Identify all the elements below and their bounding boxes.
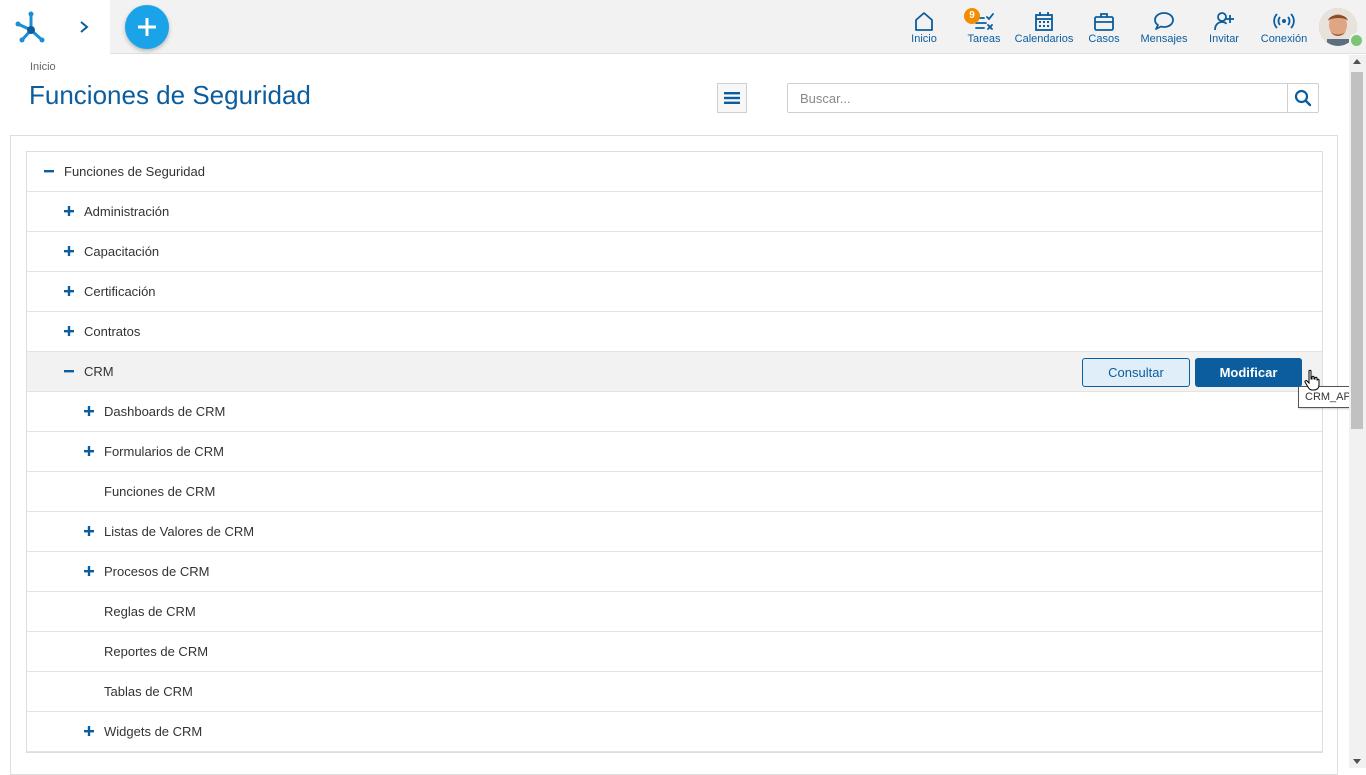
add-button[interactable] (125, 5, 169, 49)
invite-user-icon (1214, 12, 1234, 31)
tree-row-label: Procesos de CRM (104, 564, 210, 579)
security-functions-tree: Funciones de Seguridad Administración Ca… (26, 151, 1323, 753)
collapse-minus-icon[interactable] (43, 165, 55, 177)
scroll-up-arrow-icon[interactable] (1353, 59, 1361, 64)
top-bar: Inicio Tareas 9 Calendarios Casos Mensaj… (0, 0, 1366, 54)
chevron-right-icon[interactable] (76, 16, 92, 38)
tree-row-label: Capacitación (84, 244, 160, 259)
vertical-scrollbar[interactable] (1349, 55, 1366, 768)
expand-plus-icon[interactable] (63, 325, 75, 337)
expand-plus-icon[interactable] (83, 565, 95, 577)
online-status-indicator (1349, 33, 1364, 48)
tree-row-contratos[interactable]: Contratos (27, 312, 1322, 352)
breadcrumb[interactable]: Inicio (30, 61, 56, 73)
tree-row-label: Widgets de CRM (104, 724, 203, 739)
nav-inicio[interactable]: Inicio (894, 8, 954, 48)
search-box (787, 83, 1319, 113)
nav-invitar[interactable]: Invitar (1194, 8, 1254, 48)
tree-row-label: Reglas de CRM (104, 604, 196, 619)
tree-row-crm[interactable]: CRM Consultar Modificar (27, 352, 1322, 392)
nav-inicio-label: Inicio (911, 33, 937, 45)
nav-calendarios[interactable]: Calendarios (1014, 8, 1074, 48)
collapse-minus-icon[interactable] (63, 365, 75, 377)
nav-conexion[interactable]: Conexión (1254, 8, 1314, 48)
app-logo-icon[interactable] (14, 10, 48, 44)
plus-icon (138, 18, 156, 36)
message-icon (1154, 12, 1174, 30)
nav-mensajes-label: Mensajes (1140, 33, 1188, 45)
tree-row-label: Listas de Valores de CRM (104, 524, 255, 539)
hand-cursor-icon (1304, 369, 1320, 391)
tree-row-label: Reportes de CRM (104, 644, 209, 659)
tree-row-tablas-crm[interactable]: Tablas de CRM (27, 672, 1322, 712)
tree-row-funciones-crm[interactable]: Funciones de CRM (27, 472, 1322, 512)
nav-calendarios-label: Calendarios (1014, 33, 1074, 45)
nav-tareas[interactable]: Tareas (954, 8, 1014, 48)
modificar-button[interactable]: Modificar (1195, 358, 1302, 387)
tree-row-label: Funciones de CRM (104, 484, 216, 499)
tree-row-listas-valores-crm[interactable]: Listas de Valores de CRM (27, 512, 1322, 552)
tree-row-label: Contratos (84, 324, 141, 339)
tree-row-label: Administración (84, 204, 170, 219)
tree-row-widgets-crm[interactable]: Widgets de CRM (27, 712, 1322, 752)
page-title: Funciones de Seguridad (29, 80, 311, 110)
nav-casos[interactable]: Casos (1074, 8, 1134, 48)
nav-casos-label: Casos (1088, 33, 1120, 45)
tree-row-capacitacion[interactable]: Capacitación (27, 232, 1322, 272)
tree-row-label: Formularios de CRM (104, 444, 224, 459)
tree-row-reportes-crm[interactable]: Reportes de CRM (27, 632, 1322, 672)
scroll-down-arrow-icon[interactable] (1353, 759, 1361, 764)
expand-plus-icon[interactable] (83, 405, 95, 417)
tree-row-reglas-crm[interactable]: Reglas de CRM (27, 592, 1322, 632)
briefcase-icon (1094, 13, 1114, 31)
home-icon (915, 12, 933, 31)
expand-plus-icon[interactable] (83, 445, 95, 457)
hamburger-menu-icon (724, 92, 740, 104)
expand-plus-icon[interactable] (63, 245, 75, 257)
search-button[interactable] (1287, 84, 1318, 112)
tasks-count-badge: 9 (964, 8, 980, 24)
tree-row-root[interactable]: Funciones de Seguridad (27, 152, 1322, 192)
tree-row-administracion[interactable]: Administración (27, 192, 1322, 232)
tree-row-dashboards-crm[interactable]: Dashboards de CRM (27, 392, 1322, 432)
tree-row-label: CRM (84, 364, 114, 379)
tree-row-certificacion[interactable]: Certificación (27, 272, 1322, 312)
tree-row-formularios-crm[interactable]: Formularios de CRM (27, 432, 1322, 472)
expand-plus-icon[interactable] (83, 525, 95, 537)
calendar-icon (1035, 12, 1053, 31)
logo-area (0, 0, 110, 54)
tree-row-label: Dashboards de CRM (104, 404, 226, 419)
expand-plus-icon[interactable] (63, 285, 75, 297)
expand-plus-icon[interactable] (63, 205, 75, 217)
tree-row-label: Tablas de CRM (104, 684, 193, 699)
nav-tareas-label: Tareas (967, 33, 1001, 45)
nav-mensajes[interactable]: Mensajes (1134, 8, 1194, 48)
search-icon (1294, 89, 1312, 107)
connection-icon (1273, 13, 1295, 29)
tree-row-label: Certificación (84, 284, 156, 299)
nav-conexion-label: Conexión (1260, 33, 1308, 45)
nav-invitar-label: Invitar (1209, 33, 1239, 45)
tree-row-procesos-crm[interactable]: Procesos de CRM (27, 552, 1322, 592)
search-input[interactable] (788, 84, 1288, 112)
menu-button[interactable] (717, 83, 747, 113)
scrollbar-thumb[interactable] (1351, 72, 1363, 429)
consultar-button[interactable]: Consultar (1082, 358, 1190, 387)
tree-row-label: Funciones de Seguridad (64, 164, 205, 179)
expand-plus-icon[interactable] (83, 725, 95, 737)
